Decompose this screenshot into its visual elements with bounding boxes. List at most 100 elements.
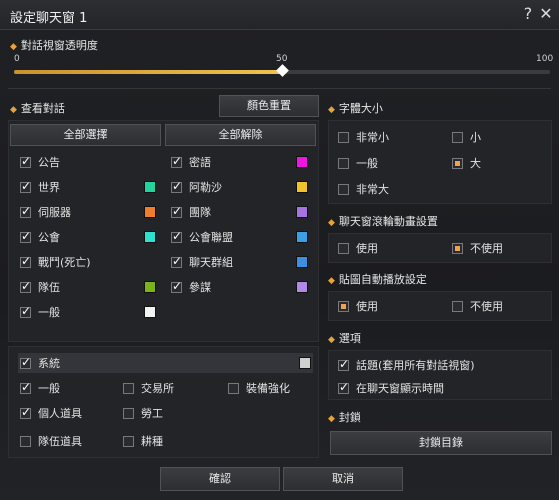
opacity-slider-thumb[interactable] <box>276 64 289 77</box>
checkbox-row[interactable]: 話題(套用所有對話視窗) <box>338 356 538 374</box>
help-icon[interactable]: ? <box>519 4 537 24</box>
chat-color-swatch[interactable] <box>144 281 156 293</box>
system-label: 系統 <box>38 357 60 370</box>
checkbox-row[interactable]: 隊伍道具 <box>20 432 120 450</box>
checkbox[interactable] <box>20 229 31 243</box>
checkbox[interactable] <box>171 204 182 218</box>
radio-button[interactable] <box>338 131 349 143</box>
chat-color-swatch[interactable] <box>296 281 308 293</box>
cancel-button[interactable]: 取消 <box>283 467 403 491</box>
system-color-swatch[interactable] <box>299 357 311 369</box>
checkbox[interactable] <box>20 435 31 447</box>
radio-option[interactable]: 小 <box>452 128 552 146</box>
option-label: 戰鬥(死亡) <box>38 256 91 269</box>
chat-color-swatch[interactable] <box>296 156 308 168</box>
radio-option[interactable]: 使用 <box>338 239 428 257</box>
checkbox-row[interactable]: 世界 <box>20 178 140 196</box>
checkbox[interactable] <box>20 154 31 168</box>
checkbox-row[interactable]: 密語 <box>171 153 291 171</box>
checkbox-row[interactable]: 團隊 <box>171 203 291 221</box>
system-header-row[interactable]: 系統 <box>18 353 313 373</box>
checkbox-row[interactable]: 勞工 <box>123 404 223 422</box>
checkbox[interactable] <box>123 382 134 394</box>
checkbox[interactable] <box>20 304 31 318</box>
color-reset-button[interactable]: 顏色重置 <box>219 95 319 117</box>
radio-option[interactable]: 非常小 <box>338 128 438 146</box>
radio-button[interactable] <box>452 157 463 169</box>
checkbox[interactable] <box>171 229 182 243</box>
chat-color-swatch[interactable] <box>296 256 308 268</box>
confirm-button[interactable]: 確認 <box>160 467 280 491</box>
chat-color-swatch[interactable] <box>144 231 156 243</box>
checkbox-row[interactable]: 交易所 <box>123 379 223 397</box>
checkbox-row[interactable]: 在聊天窗顯示時間 <box>338 379 538 397</box>
checkbox-row[interactable]: 伺服器 <box>20 203 140 221</box>
radio-option[interactable]: 大 <box>452 154 552 172</box>
option-label: 使用 <box>356 300 378 313</box>
select-all-button[interactable]: 全部選擇 <box>10 124 161 146</box>
deselect-all-button[interactable]: 全部解除 <box>165 124 316 146</box>
checkbox[interactable] <box>338 380 349 394</box>
radio-option[interactable]: 不使用 <box>452 239 542 257</box>
checkbox[interactable] <box>20 254 31 268</box>
slider-min-label: 0 <box>14 54 20 64</box>
checkbox[interactable] <box>171 179 182 193</box>
checkbox[interactable] <box>171 279 182 293</box>
opacity-slider[interactable] <box>14 64 550 77</box>
close-icon[interactable]: ✕ <box>537 4 555 24</box>
option-label: 密語 <box>189 156 211 169</box>
radio-button[interactable] <box>452 131 463 143</box>
checkbox[interactable] <box>20 204 31 218</box>
checkbox-row[interactable]: 隊伍 <box>20 278 140 296</box>
checkbox[interactable] <box>171 254 182 268</box>
radio-button[interactable] <box>338 183 349 195</box>
chat-color-swatch[interactable] <box>296 206 308 218</box>
chat-color-swatch[interactable] <box>296 181 308 193</box>
checkbox[interactable] <box>123 407 134 419</box>
checkbox[interactable] <box>171 154 182 168</box>
checkbox[interactable] <box>20 279 31 293</box>
checkbox-row[interactable]: 公會 <box>20 228 140 246</box>
option-label: 不使用 <box>470 300 503 313</box>
checkbox-row[interactable]: 公告 <box>20 153 140 171</box>
block-list-button[interactable]: 封鎖目錄 <box>330 431 552 455</box>
chat-color-swatch[interactable] <box>296 231 308 243</box>
options-header: ◆ 選項 <box>328 330 361 346</box>
diamond-icon: ◆ <box>328 105 335 115</box>
options-label: 選項 <box>338 332 361 345</box>
radio-button[interactable] <box>452 300 463 312</box>
title-bar[interactable]: 設定聊天窗 1 ? ✕ <box>0 0 559 30</box>
checkbox[interactable] <box>123 435 134 447</box>
option-label: 交易所 <box>141 382 174 395</box>
radio-button[interactable] <box>452 242 463 254</box>
chat-color-swatch[interactable] <box>144 306 156 318</box>
system-checkbox[interactable] <box>20 355 31 369</box>
radio-option[interactable]: 一般 <box>338 154 438 172</box>
checkbox-row[interactable]: 耕種 <box>123 432 223 450</box>
checkbox-row[interactable]: 裝備強化 <box>228 379 328 397</box>
checkbox-row[interactable]: 戰鬥(死亡) <box>20 253 140 271</box>
checkbox[interactable] <box>338 357 349 371</box>
checkbox-row[interactable]: 公會聯盟 <box>171 228 291 246</box>
option-label: 非常小 <box>356 131 389 144</box>
sticker-anim-label: 貼圖自動播放設定 <box>338 273 427 286</box>
radio-option[interactable]: 非常大 <box>338 180 438 198</box>
checkbox-row[interactable]: 參謀 <box>171 278 291 296</box>
checkbox-row[interactable]: 個人道具 <box>20 404 120 422</box>
radio-button[interactable] <box>338 300 349 312</box>
scroll-anim-header: ◆ 聊天窗滾輪動畫設置 <box>328 213 438 229</box>
checkbox-row[interactable]: 一般 <box>20 303 140 321</box>
checkbox[interactable] <box>228 382 239 394</box>
chat-color-swatch[interactable] <box>144 206 156 218</box>
chat-color-swatch[interactable] <box>144 181 156 193</box>
checkbox[interactable] <box>20 405 31 419</box>
radio-button[interactable] <box>338 242 349 254</box>
radio-option[interactable]: 不使用 <box>452 297 542 315</box>
radio-button[interactable] <box>338 157 349 169</box>
checkbox-row[interactable]: 阿勒沙 <box>171 178 291 196</box>
checkbox[interactable] <box>20 179 31 193</box>
radio-option[interactable]: 使用 <box>338 297 428 315</box>
checkbox-row[interactable]: 聊天群組 <box>171 253 291 271</box>
checkbox[interactable] <box>20 380 31 394</box>
checkbox-row[interactable]: 一般 <box>20 379 120 397</box>
